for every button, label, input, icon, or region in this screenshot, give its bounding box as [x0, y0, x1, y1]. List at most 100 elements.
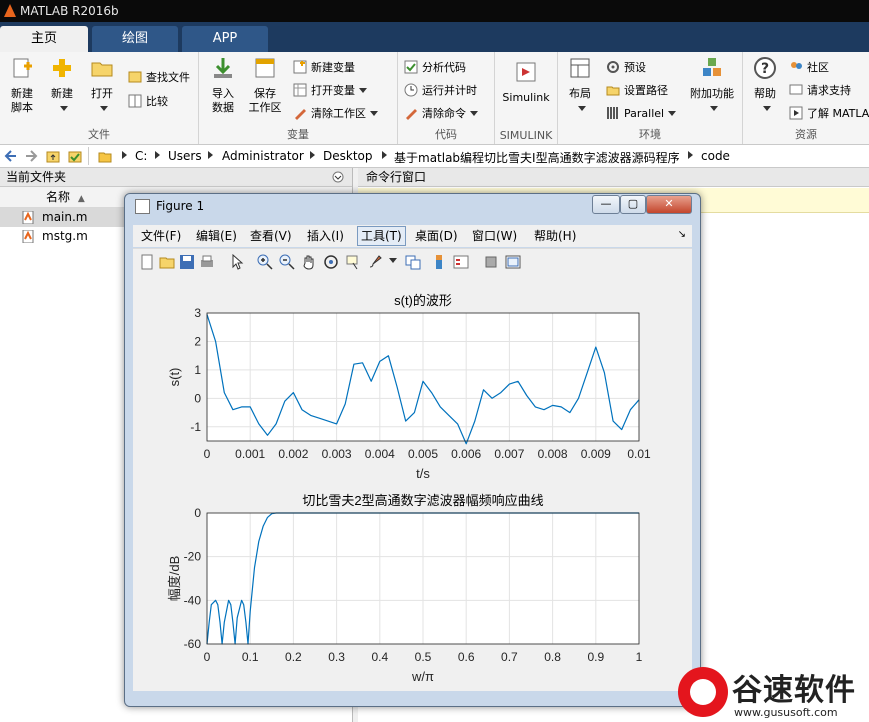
- gusu-logo-icon: [678, 667, 728, 717]
- breadcrumb-item[interactable]: 基于matlab编程切比雪夫I型高通数字滤波器源码程序: [394, 149, 680, 166]
- legend-icon[interactable]: [453, 254, 469, 270]
- import-label: 导入 数据: [212, 87, 234, 114]
- menu-tools[interactable]: 工具(T): [357, 226, 406, 246]
- add-ons-button[interactable]: 附加功能: [688, 56, 736, 114]
- brush-icon[interactable]: [367, 254, 383, 270]
- layout-button[interactable]: 布局: [562, 56, 598, 114]
- menu-desktop[interactable]: 桌面(D): [415, 228, 458, 244]
- group-label-file: 文件: [88, 128, 110, 141]
- find-files-button[interactable]: 查找文件: [128, 68, 190, 86]
- x-tick-label: 0.3: [328, 650, 345, 664]
- save-workspace-button[interactable]: 保存 工作区: [245, 56, 285, 115]
- parallel-icon: [607, 107, 618, 119]
- breadcrumb-item[interactable]: code: [701, 149, 730, 163]
- save-icon[interactable]: [179, 254, 195, 270]
- minimize-button[interactable]: —: [592, 195, 620, 214]
- run-and-time-button[interactable]: 运行并计时: [404, 81, 477, 99]
- x-tick-label: 0.1: [242, 650, 259, 664]
- back-arrow-icon[interactable]: [4, 149, 18, 163]
- menu-window[interactable]: 窗口(W): [472, 228, 517, 244]
- x-tick-label: 0.7: [501, 650, 518, 664]
- support-icon: [789, 84, 803, 95]
- plots-svg: 0 0.001 0.002 0.003 0.004 0.005 0.006 0.007 0.00…: [167, 293, 651, 684]
- colorbar-icon[interactable]: [431, 254, 447, 270]
- pointer-icon[interactable]: [229, 254, 245, 270]
- open-button[interactable]: 打开: [84, 56, 120, 114]
- menu-insert[interactable]: 插入(I): [307, 228, 344, 244]
- new-label: 新建: [51, 87, 73, 100]
- figure-window[interactable]: Figure 1 — ▢ ✕ 文件(F) 编辑(E) 查看(V) 插入(I) 工…: [124, 193, 701, 707]
- x-tick-label: 1: [636, 650, 643, 664]
- menubar-dock-icon[interactable]: ↘: [678, 229, 686, 240]
- set-path-icon: [606, 86, 620, 96]
- request-support-button[interactable]: 请求支持: [789, 81, 851, 99]
- parallel-button[interactable]: Parallel: [606, 104, 677, 122]
- tab-apps[interactable]: APP: [182, 26, 268, 52]
- analyze-code-button[interactable]: 分析代码: [404, 58, 466, 76]
- layout-icon: [570, 58, 590, 78]
- figure-titlebar: Figure 1: [135, 199, 204, 214]
- brush-dropdown-icon[interactable]: [389, 258, 397, 263]
- clear-workspace-button[interactable]: 清除工作区: [293, 104, 378, 122]
- gear-icon: [607, 61, 619, 73]
- clear-commands-button[interactable]: 清除命令: [404, 104, 478, 122]
- tab-home[interactable]: 主页: [0, 26, 88, 52]
- open-file-icon[interactable]: [159, 254, 175, 270]
- menu-edit[interactable]: 编辑(E): [196, 228, 237, 244]
- print-icon[interactable]: [199, 254, 215, 270]
- group-label-variable: 变量: [287, 128, 309, 141]
- new-figure-icon[interactable]: [139, 254, 155, 270]
- new-button[interactable]: 新建: [44, 56, 80, 114]
- panel-menu-icon[interactable]: [332, 171, 344, 183]
- close-button[interactable]: ✕: [646, 195, 692, 214]
- breadcrumb-item[interactable]: Administrator: [222, 149, 304, 163]
- import-data-button[interactable]: 导入 数据: [203, 56, 243, 115]
- breadcrumb-item[interactable]: C:: [135, 149, 147, 163]
- up-folder-icon[interactable]: [46, 149, 60, 163]
- watermark-logo: 谷速软件 www.gususoft.com: [672, 663, 869, 722]
- save-workspace-label: 保存 工作区: [248, 87, 282, 114]
- y-tick-label: -60: [184, 637, 202, 651]
- menu-file[interactable]: 文件(F): [141, 228, 181, 244]
- help-label: 帮助: [754, 87, 776, 100]
- simulink-button[interactable]: Simulink: [499, 60, 553, 105]
- x-tick-label: 0.01: [627, 447, 651, 461]
- zoom-in-icon[interactable]: [257, 254, 273, 270]
- data-cursor-icon[interactable]: [345, 254, 361, 270]
- y-tick-label: 1: [194, 363, 201, 377]
- x-tick-label: 0.2: [285, 650, 302, 664]
- learn-icon: [789, 106, 803, 120]
- add-ons-icon: [703, 58, 721, 76]
- community-button[interactable]: 社区: [789, 58, 829, 76]
- breadcrumb-item[interactable]: Users: [168, 149, 202, 163]
- new-variable-button[interactable]: 新建变量: [293, 58, 355, 76]
- analyze-code-icon: [404, 60, 418, 74]
- set-path-button[interactable]: 设置路径: [606, 81, 668, 99]
- compare-button[interactable]: 比较: [128, 92, 168, 110]
- menu-help[interactable]: 帮助(H): [534, 228, 576, 244]
- hide-plot-tools-icon[interactable]: [483, 254, 499, 270]
- zoom-out-icon[interactable]: [279, 254, 295, 270]
- link-plot-icon[interactable]: [405, 254, 421, 270]
- forward-arrow-icon[interactable]: [24, 149, 38, 163]
- community-icon: [791, 62, 802, 69]
- save-workspace-icon: [255, 58, 275, 78]
- watermark-url: www.gususoft.com: [734, 706, 838, 719]
- y-tick-label: 0: [194, 391, 201, 405]
- breadcrumb-item[interactable]: Desktop: [323, 149, 373, 163]
- rotate-3d-icon[interactable]: [323, 254, 339, 270]
- show-plot-tools-icon[interactable]: [505, 254, 521, 270]
- new-script-button[interactable]: 新建 脚本: [4, 56, 40, 115]
- browse-folder-icon[interactable]: [68, 149, 82, 163]
- menu-view[interactable]: 查看(V): [250, 228, 292, 244]
- current-folder-title: 当前文件夹: [6, 170, 67, 184]
- learn-matlab-button[interactable]: 了解 MATLAB: [789, 104, 869, 122]
- maximize-button[interactable]: ▢: [620, 195, 646, 214]
- tab-plots[interactable]: 绘图: [92, 26, 178, 52]
- pan-hand-icon[interactable]: [301, 254, 317, 270]
- open-variable-button[interactable]: 打开变量: [293, 81, 367, 99]
- y-tick-label: 0: [194, 506, 201, 520]
- help-button[interactable]: ? 帮助: [747, 56, 783, 114]
- magnitude-response-plot: 0 0.1 0.2 0.3 0.4 0.5 0.6 0.7 0.8 0.9 1 -60 -40 -20 0 切…: [167, 493, 643, 684]
- preferences-button[interactable]: 预设: [606, 58, 646, 76]
